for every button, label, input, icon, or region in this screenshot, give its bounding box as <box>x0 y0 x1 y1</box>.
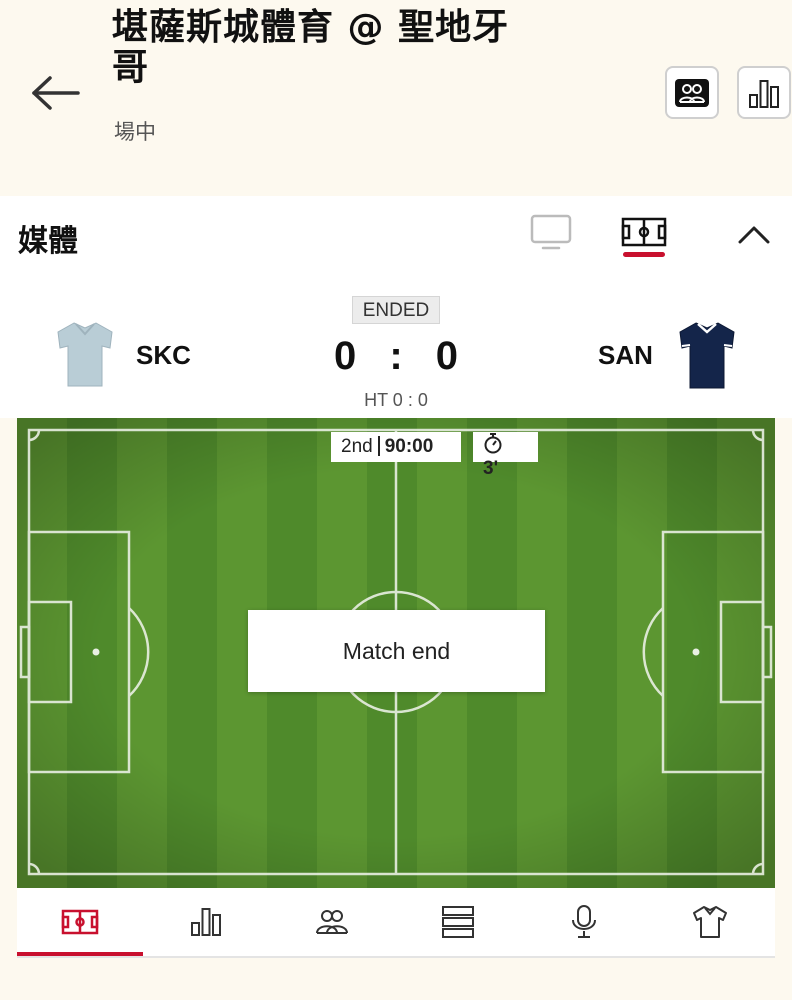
tab-pitch[interactable] <box>17 888 143 956</box>
media-bar: 媒體 <box>0 196 792 278</box>
stats-icon <box>191 908 221 936</box>
away-score: 0 <box>435 334 459 378</box>
stats-icon <box>749 79 779 108</box>
lineups-icon <box>316 910 348 934</box>
match-end-overlay: Match end <box>248 610 545 692</box>
chevron-up-icon <box>738 226 770 244</box>
match-status-subtitle: 場中 <box>114 120 156 144</box>
pitch-view-active-indicator <box>623 252 665 257</box>
pitch-view-button[interactable] <box>620 216 668 260</box>
back-button[interactable] <box>26 70 86 116</box>
tab-kits[interactable] <box>647 888 773 956</box>
lineups-icon <box>675 78 709 107</box>
tab-active-indicator <box>17 952 143 956</box>
media-title: 媒體 <box>18 224 78 259</box>
arrow-left-icon <box>32 76 80 110</box>
home-team-name: SKC <box>136 340 191 370</box>
score-separator: : <box>389 334 403 378</box>
match-tabs <box>17 888 775 958</box>
score: 0 : 0 <box>310 334 482 379</box>
match-title: 堪薩斯城體育 @ 聖地牙哥 <box>112 7 510 88</box>
match-clock: 2nd 90:00 <box>331 432 461 462</box>
pitch-icon <box>61 909 99 935</box>
commentary-microphone-icon <box>572 905 596 938</box>
away-team-name: SAN <box>598 340 653 370</box>
halftime-score: HT 0 : 0 <box>364 390 428 410</box>
timeline-icon <box>442 906 474 938</box>
lineups-button[interactable] <box>665 66 719 119</box>
home-team-shirt-icon <box>54 320 116 388</box>
period-label: 2nd <box>341 436 373 457</box>
tab-lineups[interactable] <box>269 888 395 956</box>
shirt-icon <box>693 906 727 938</box>
tab-stats[interactable] <box>143 888 269 956</box>
tab-timeline[interactable] <box>395 888 521 956</box>
home-score: 0 <box>333 334 357 378</box>
stopwatch-icon <box>484 433 502 454</box>
away-team-shirt-icon <box>676 320 738 390</box>
pitch: 2nd 90:00 3' Match end <box>17 418 775 888</box>
scoreboard: ENDED SKC 0 : 0 HT 0 : 0 SAN <box>0 278 792 418</box>
added-time-value: 3' <box>483 458 499 479</box>
tv-icon <box>530 214 572 250</box>
tab-commentary[interactable] <box>521 888 647 956</box>
match-time: 90:00 <box>384 436 434 457</box>
added-time: 3' <box>473 432 538 479</box>
match-header: 堪薩斯城體育 @ 聖地牙哥 場中 <box>0 0 792 196</box>
match-status-badge: ENDED <box>352 296 440 324</box>
collapse-media-button[interactable] <box>734 214 774 254</box>
stats-button[interactable] <box>737 66 791 119</box>
pitch-icon <box>621 217 667 247</box>
tv-button[interactable] <box>530 214 572 252</box>
